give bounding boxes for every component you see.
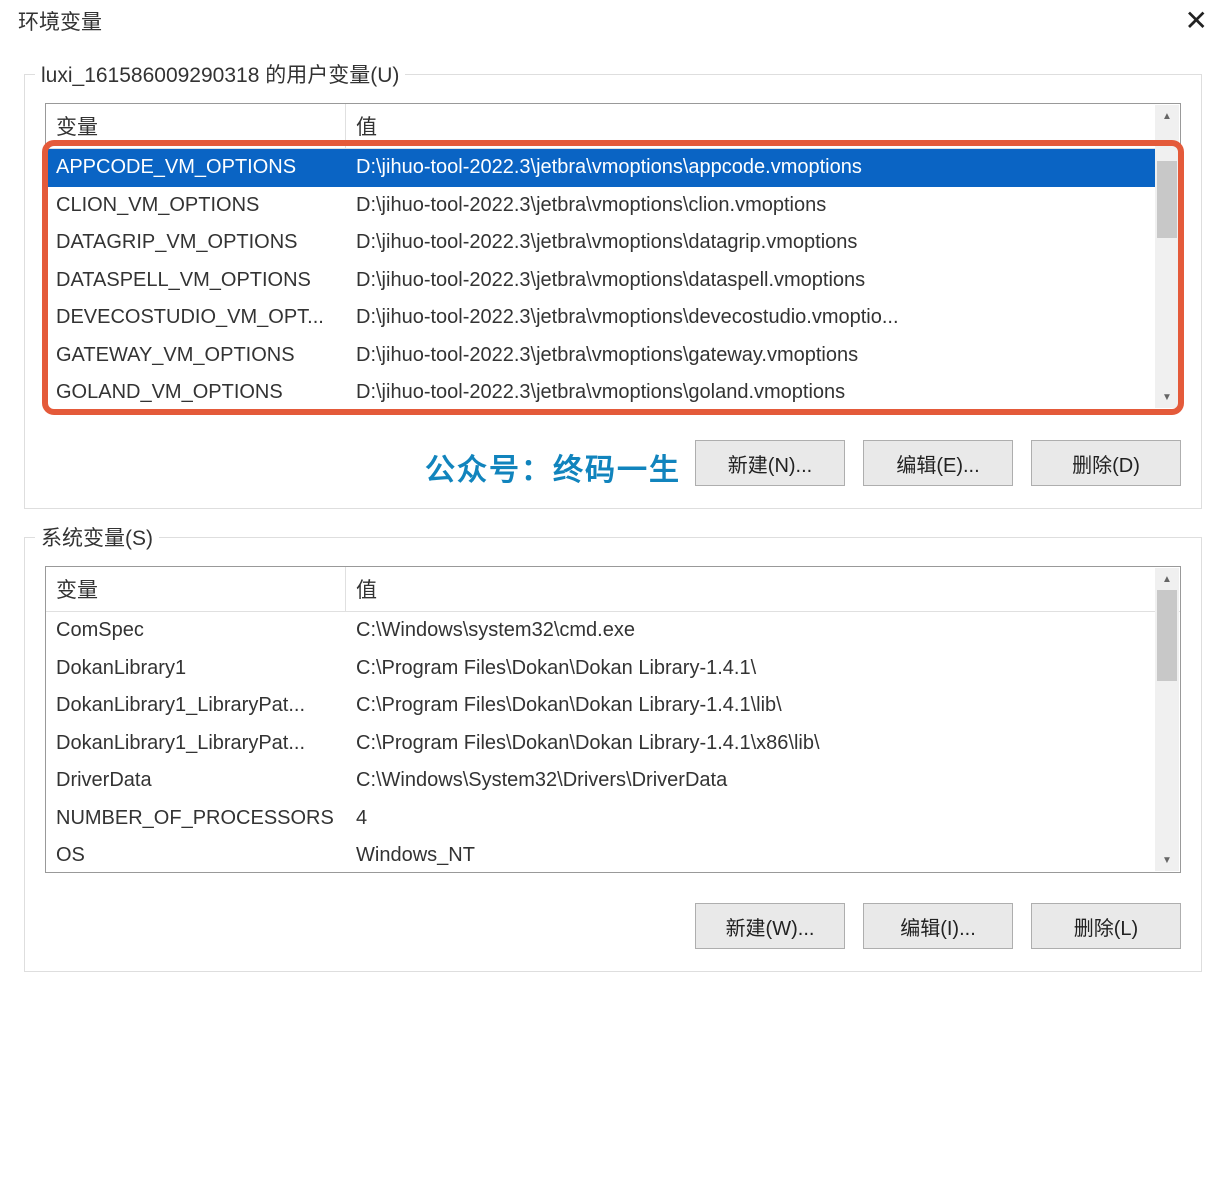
table-row[interactable]: CLION_VM_OPTIONSD:\jihuo-tool-2022.3\jet… — [46, 187, 1180, 225]
cell-variable: GATEWAY_VM_OPTIONS — [46, 340, 346, 371]
cell-variable: DATAGRIP_VM_OPTIONS — [46, 227, 346, 258]
table-row[interactable]: GOLAND_VM_OPTIONSD:\jihuo-tool-2022.3\je… — [46, 374, 1180, 409]
table-row[interactable]: DEVECOSTUDIO_VM_OPT...D:\jihuo-tool-2022… — [46, 299, 1180, 337]
scroll-thumb[interactable] — [1157, 590, 1177, 681]
scroll-up-icon[interactable]: ▲ — [1155, 568, 1179, 590]
cell-value: 4 — [346, 803, 1180, 834]
cell-variable: DEVECOSTUDIO_VM_OPT... — [46, 302, 346, 333]
close-icon[interactable]: ✕ — [1179, 7, 1214, 35]
cell-variable: DokanLibrary1 — [46, 653, 346, 684]
table-row[interactable]: APPCODE_VM_OPTIONSD:\jihuo-tool-2022.3\j… — [46, 149, 1180, 187]
scroll-thumb[interactable] — [1157, 161, 1177, 239]
table-header: 变量 值 — [46, 567, 1180, 612]
user-scrollbar[interactable]: ▲ ▼ — [1155, 105, 1179, 408]
user-header-var[interactable]: 变量 — [46, 104, 346, 148]
user-vars-group: luxi_161586009290318 的用户变量(U) 变量 值 APPCO… — [24, 74, 1202, 509]
user-edit-button[interactable]: 编辑(E)... — [863, 440, 1013, 486]
cell-variable: OS — [46, 840, 346, 871]
table-row[interactable]: DATAGRIP_VM_OPTIONSD:\jihuo-tool-2022.3\… — [46, 224, 1180, 262]
cell-value: C:\Program Files\Dokan\Dokan Library-1.4… — [346, 653, 1180, 684]
cell-value: D:\jihuo-tool-2022.3\jetbra\vmoptions\da… — [346, 265, 1180, 296]
cell-variable: GOLAND_VM_OPTIONS — [46, 377, 346, 408]
scroll-up-icon[interactable]: ▲ — [1155, 105, 1179, 127]
system-delete-button[interactable]: 删除(L) — [1031, 903, 1181, 949]
cell-value: D:\jihuo-tool-2022.3\jetbra\vmoptions\go… — [346, 377, 1180, 408]
system-header-val[interactable]: 值 — [346, 567, 1180, 611]
system-buttons-row: 新建(W)... 编辑(I)... 删除(L) — [45, 903, 1181, 949]
window-title: 环境变量 — [18, 6, 102, 36]
cell-variable: DokanLibrary1_LibraryPat... — [46, 728, 346, 759]
table-row[interactable]: DokanLibrary1_LibraryPat...C:\Program Fi… — [46, 725, 1180, 763]
table-row[interactable]: NUMBER_OF_PROCESSORS4 — [46, 800, 1180, 838]
cell-value: C:\Windows\system32\cmd.exe — [346, 615, 1180, 646]
system-vars-legend: 系统变量(S) — [35, 522, 159, 552]
watermark-text: 公众号：终码一生 — [425, 445, 681, 489]
user-delete-button[interactable]: 删除(D) — [1031, 440, 1181, 486]
cell-value: D:\jihuo-tool-2022.3\jetbra\vmoptions\ga… — [346, 340, 1180, 371]
cell-variable: CLION_VM_OPTIONS — [46, 190, 346, 221]
cell-value: Windows_NT — [346, 840, 1180, 871]
table-row[interactable]: OSWindows_NT — [46, 837, 1180, 872]
table-row[interactable]: GATEWAY_VM_OPTIONSD:\jihuo-tool-2022.3\j… — [46, 337, 1180, 375]
cell-value: D:\jihuo-tool-2022.3\jetbra\vmoptions\ap… — [346, 152, 1180, 183]
cell-variable: DATASPELL_VM_OPTIONS — [46, 265, 346, 296]
table-row[interactable]: DATASPELL_VM_OPTIONSD:\jihuo-tool-2022.3… — [46, 262, 1180, 300]
table-row[interactable]: DokanLibrary1_LibraryPat...C:\Program Fi… — [46, 687, 1180, 725]
system-scrollbar[interactable]: ▲ ▼ — [1155, 568, 1179, 871]
table-header: 变量 值 — [46, 104, 1180, 149]
system-new-button[interactable]: 新建(W)... — [695, 903, 845, 949]
cell-variable: NUMBER_OF_PROCESSORS — [46, 803, 346, 834]
cell-value: C:\Windows\System32\Drivers\DriverData — [346, 765, 1180, 796]
cell-variable: DokanLibrary1_LibraryPat... — [46, 690, 346, 721]
table-row[interactable]: ComSpecC:\Windows\system32\cmd.exe — [46, 612, 1180, 650]
table-row[interactable]: DriverDataC:\Windows\System32\Drivers\Dr… — [46, 762, 1180, 800]
scroll-down-icon[interactable]: ▼ — [1155, 386, 1179, 408]
scroll-down-icon[interactable]: ▼ — [1155, 849, 1179, 871]
user-vars-table[interactable]: 变量 值 APPCODE_VM_OPTIONSD:\jihuo-tool-202… — [45, 103, 1181, 410]
table-row[interactable]: DokanLibrary1C:\Program Files\Dokan\Doka… — [46, 650, 1180, 688]
cell-value: D:\jihuo-tool-2022.3\jetbra\vmoptions\da… — [346, 227, 1180, 258]
cell-value: C:\Program Files\Dokan\Dokan Library-1.4… — [346, 690, 1180, 721]
user-new-button[interactable]: 新建(N)... — [695, 440, 845, 486]
cell-value: D:\jihuo-tool-2022.3\jetbra\vmoptions\de… — [346, 302, 1180, 333]
cell-value: C:\Program Files\Dokan\Dokan Library-1.4… — [346, 728, 1180, 759]
system-vars-group: 系统变量(S) 变量 值 ComSpecC:\Windows\system32\… — [24, 537, 1202, 972]
cell-value: D:\jihuo-tool-2022.3\jetbra\vmoptions\cl… — [346, 190, 1180, 221]
system-edit-button[interactable]: 编辑(I)... — [863, 903, 1013, 949]
system-header-var[interactable]: 变量 — [46, 567, 346, 611]
user-buttons-row: 公众号：终码一生 新建(N)... 编辑(E)... 删除(D) — [45, 440, 1181, 486]
system-vars-table[interactable]: 变量 值 ComSpecC:\Windows\system32\cmd.exeD… — [45, 566, 1181, 873]
cell-variable: ComSpec — [46, 615, 346, 646]
cell-variable: DriverData — [46, 765, 346, 796]
user-header-val[interactable]: 值 — [346, 104, 1180, 148]
cell-variable: APPCODE_VM_OPTIONS — [46, 152, 346, 183]
user-vars-legend: luxi_161586009290318 的用户变量(U) — [35, 59, 405, 89]
